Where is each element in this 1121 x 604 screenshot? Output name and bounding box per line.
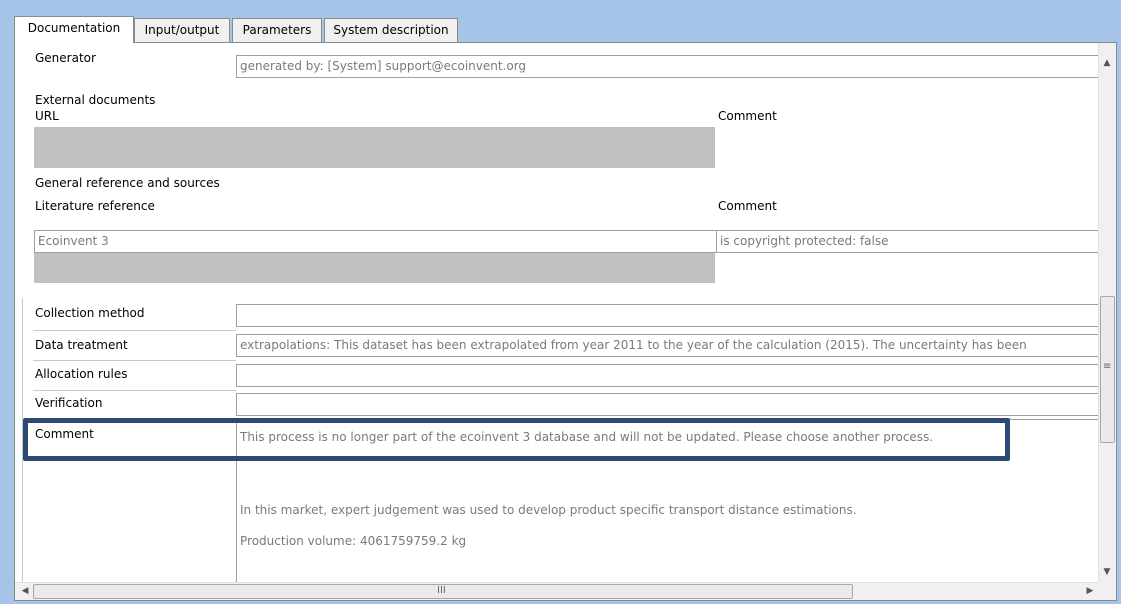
row-divider: [33, 330, 236, 331]
allocation-rules-field[interactable]: [236, 364, 1098, 387]
documentation-panel: Generator generated by: [System] support…: [14, 42, 1117, 601]
tab-bar: Documentation Input/output Parameters Sy…: [14, 16, 1114, 43]
literature-reference-cell[interactable]: Ecoinvent 3: [34, 230, 717, 253]
scroll-left-icon[interactable]: ◀: [17, 583, 33, 599]
external-documents-table[interactable]: [34, 127, 715, 168]
generator-field[interactable]: generated by: [System] support@ecoinvent…: [236, 55, 1098, 78]
tab-input-output[interactable]: Input/output: [134, 18, 230, 42]
url-column-header: URL: [35, 109, 59, 123]
tab-system-description[interactable]: System description: [324, 18, 458, 42]
tab-documentation[interactable]: Documentation: [14, 16, 134, 43]
external-documents-heading: External documents: [35, 93, 156, 107]
data-treatment-field[interactable]: extrapolations: This dataset has been ex…: [236, 334, 1098, 357]
vertical-scrollbar[interactable]: ▲ ≡ ▼: [1098, 43, 1116, 582]
collection-method-label: Collection method: [35, 306, 145, 320]
scroll-down-icon[interactable]: ▼: [1099, 564, 1115, 580]
verification-label: Verification: [35, 396, 103, 410]
collection-method-field[interactable]: [236, 304, 1098, 327]
data-treatment-label: Data treatment: [35, 338, 128, 352]
verification-field[interactable]: [236, 393, 1098, 416]
grip-icon: ≡: [1103, 361, 1112, 372]
generator-label: Generator: [35, 51, 96, 65]
reference-comment-column-header: Comment: [718, 199, 777, 213]
tab-parameters[interactable]: Parameters: [232, 18, 322, 42]
row-divider: [33, 390, 236, 391]
comment-highlight-box: [23, 418, 1010, 461]
allocation-rules-label: Allocation rules: [35, 367, 128, 381]
documentation-content: Generator generated by: [System] support…: [15, 43, 1098, 582]
row-divider: [33, 360, 236, 361]
scroll-right-icon[interactable]: ▶: [1082, 583, 1098, 599]
general-reference-heading: General reference and sources: [35, 176, 220, 190]
external-comment-column-header: Comment: [718, 109, 777, 123]
general-reference-empty-row[interactable]: [34, 253, 715, 283]
scroll-up-icon[interactable]: ▲: [1099, 55, 1115, 71]
reference-comment-cell[interactable]: is copyright protected: false: [716, 230, 1098, 253]
horizontal-scrollbar[interactable]: ◀ III ▶: [15, 582, 1098, 600]
scrollbar-corner: [1098, 582, 1116, 600]
literature-reference-column-header: Literature reference: [35, 199, 155, 213]
grip-icon: III: [437, 585, 446, 596]
